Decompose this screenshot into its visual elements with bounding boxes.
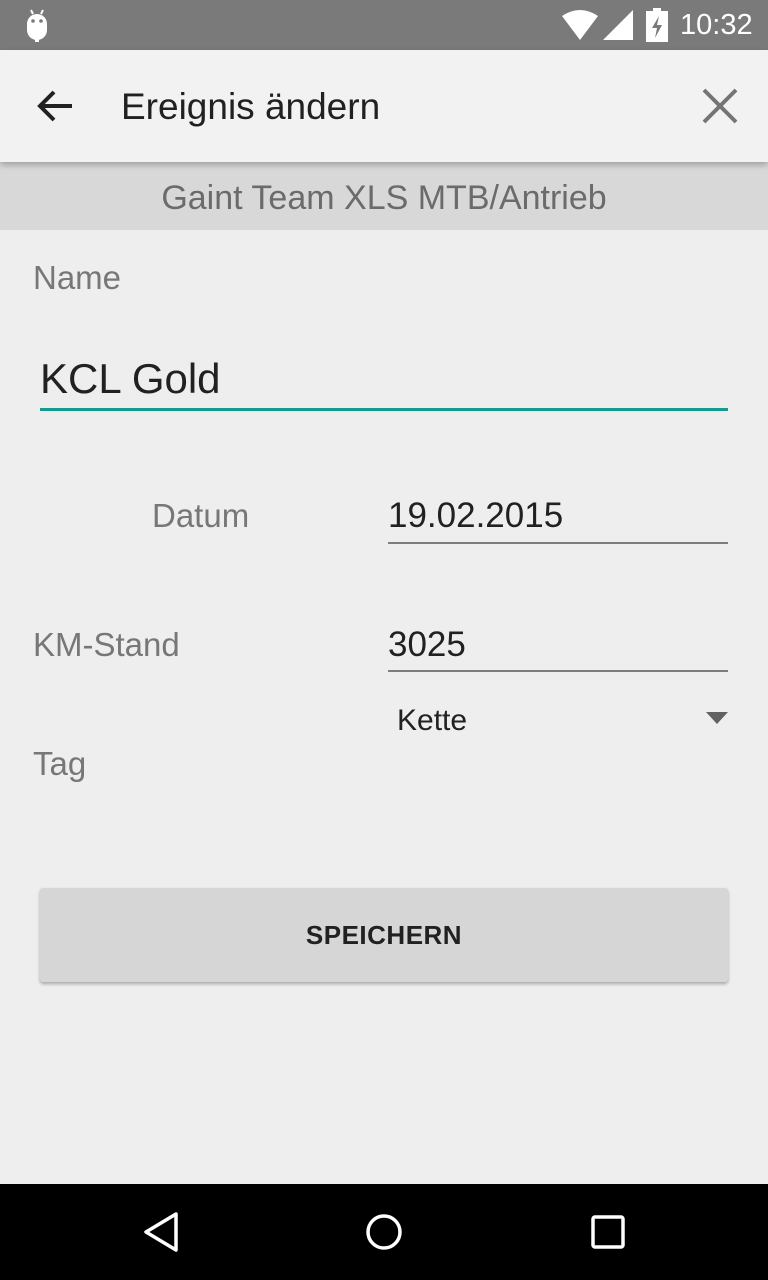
nav-recents-icon[interactable]	[590, 1214, 626, 1250]
status-bar: 10:32	[0, 0, 768, 50]
signal-icon	[603, 10, 633, 40]
android-debug-icon	[27, 9, 47, 42]
tag-label: Tag	[33, 745, 87, 782]
status-time: 10:32	[680, 9, 753, 41]
nav-back-icon[interactable]	[140, 1210, 180, 1254]
save-button[interactable]: SPEICHERN	[40, 888, 728, 982]
datum-label: Datum	[152, 497, 250, 534]
nav-home-icon[interactable]	[364, 1212, 404, 1252]
close-icon[interactable]	[696, 82, 744, 130]
battery-charging-icon	[646, 8, 668, 42]
km-stand-input[interactable]	[388, 620, 728, 672]
bike-component-header: Gaint Team XLS MTB/Antrieb	[0, 162, 768, 230]
name-input[interactable]	[40, 350, 728, 411]
km-stand-label: KM-Stand	[33, 626, 180, 663]
dropdown-arrow-icon	[706, 712, 728, 724]
wifi-icon	[562, 10, 598, 40]
datum-field[interactable]: 19.02.2015	[388, 490, 728, 544]
page-title: Ereignis ändern	[121, 86, 381, 127]
name-label: Name	[33, 259, 122, 296]
app-bar: Ereignis ändern	[0, 50, 768, 162]
back-arrow-icon[interactable]	[34, 82, 78, 130]
tag-selected-value: Kette	[397, 704, 468, 737]
tag-dropdown[interactable]: Kette	[388, 692, 730, 750]
